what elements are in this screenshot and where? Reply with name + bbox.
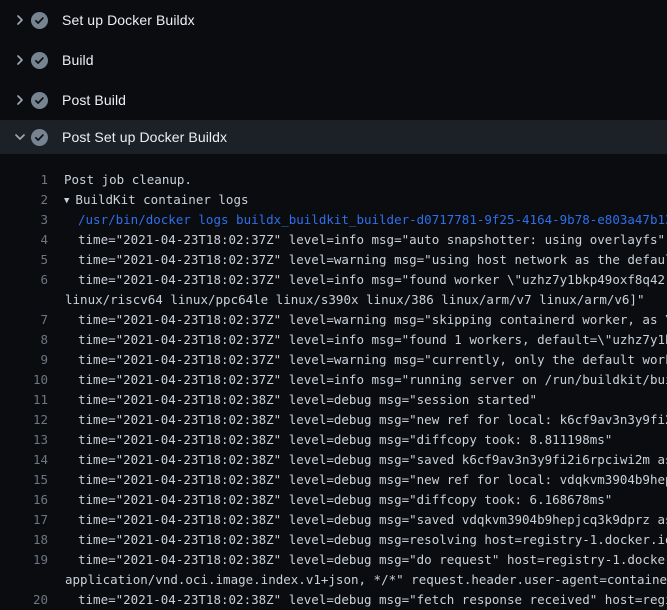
line-number[interactable]: 16 xyxy=(0,490,48,510)
log-text: time="2021-04-23T18:02:37Z" level=warnin… xyxy=(48,250,667,270)
log-line-wrap: application/vnd.oci.image.index.v1+json,… xyxy=(0,570,667,590)
step-label: Post Set up Docker Buildx xyxy=(62,129,227,145)
step-list: Set up Docker Buildx Build Post Build xyxy=(0,0,667,154)
line-number xyxy=(0,290,48,310)
log-text: time="2021-04-23T18:02:37Z" level=info m… xyxy=(48,270,667,290)
line-number[interactable]: 18 xyxy=(0,530,48,550)
line-number[interactable]: 17 xyxy=(0,510,48,530)
line-number[interactable]: 15 xyxy=(0,470,48,490)
step-label: Post Build xyxy=(62,92,126,108)
log-text: Post job cleanup. xyxy=(48,170,192,190)
log-line: 9time="2021-04-23T18:02:37Z" level=warni… xyxy=(0,350,667,370)
line-number[interactable]: 11 xyxy=(0,390,48,410)
line-number[interactable]: 1 xyxy=(0,170,48,190)
line-number xyxy=(0,570,48,590)
log-line: 5time="2021-04-23T18:02:37Z" level=warni… xyxy=(0,250,667,270)
log-line: 20time="2021-04-23T18:02:38Z" level=debu… xyxy=(0,590,667,610)
log-line: 2 ▼ BuildKit container logs xyxy=(0,190,667,210)
log-text: application/vnd.oci.image.index.v1+json,… xyxy=(48,570,667,590)
check-circle-icon xyxy=(31,129,48,146)
log-text: time="2021-04-23T18:02:38Z" level=debug … xyxy=(48,530,667,550)
chevron-right-icon xyxy=(12,92,28,108)
log-line: 15time="2021-04-23T18:02:38Z" level=debu… xyxy=(0,470,667,490)
chevron-right-icon xyxy=(12,52,28,68)
log-text: time="2021-04-23T18:02:38Z" level=debug … xyxy=(48,430,612,450)
step-row-set-up-docker-buildx[interactable]: Set up Docker Buildx xyxy=(0,0,667,40)
step-row-post-set-up-docker-buildx[interactable]: Post Set up Docker Buildx xyxy=(0,120,667,154)
log-line: 3/usr/bin/docker logs buildx_buildkit_bu… xyxy=(0,210,667,230)
group-collapse-triangle-icon[interactable]: ▼ xyxy=(64,191,69,210)
line-number[interactable]: 13 xyxy=(0,430,48,450)
log-text: time="2021-04-23T18:02:38Z" level=debug … xyxy=(48,470,667,490)
log-text: time="2021-04-23T18:02:37Z" level=info m… xyxy=(48,330,667,350)
step-label: Set up Docker Buildx xyxy=(62,12,195,28)
log-line: 1Post job cleanup. xyxy=(0,170,667,190)
log-command-text: /usr/bin/docker logs buildx_buildkit_bui… xyxy=(48,210,667,230)
log-text: time="2021-04-23T18:02:38Z" level=debug … xyxy=(48,410,667,430)
log-line: 7time="2021-04-23T18:02:37Z" level=warni… xyxy=(0,310,667,330)
log-line-wrap: linux/riscv64 linux/ppc64le linux/s390x … xyxy=(0,290,667,310)
log-text: time="2021-04-23T18:02:38Z" level=debug … xyxy=(48,390,537,410)
step-row-post-build[interactable]: Post Build xyxy=(0,80,667,120)
log-line: 16time="2021-04-23T18:02:38Z" level=debu… xyxy=(0,490,667,510)
log-line: 4time="2021-04-23T18:02:37Z" level=info … xyxy=(0,230,667,250)
log-text: time="2021-04-23T18:02:37Z" level=info m… xyxy=(48,370,667,390)
line-number[interactable]: 6 xyxy=(0,270,48,290)
log-text: time="2021-04-23T18:02:38Z" level=debug … xyxy=(48,590,667,610)
log-line: 12time="2021-04-23T18:02:38Z" level=debu… xyxy=(0,410,667,430)
line-number[interactable]: 8 xyxy=(0,330,48,350)
check-circle-icon xyxy=(31,92,48,109)
line-number[interactable]: 12 xyxy=(0,410,48,430)
log-text: time="2021-04-23T18:02:38Z" level=debug … xyxy=(48,510,667,530)
line-number[interactable]: 2 xyxy=(0,190,48,210)
line-number[interactable]: 5 xyxy=(0,250,48,270)
step-row-build[interactable]: Build xyxy=(0,40,667,80)
chevron-down-icon xyxy=(12,129,28,145)
log-line: 13time="2021-04-23T18:02:38Z" level=debu… xyxy=(0,430,667,450)
log-line: 6time="2021-04-23T18:02:37Z" level=info … xyxy=(0,270,667,290)
log-line: 14time="2021-04-23T18:02:38Z" level=debu… xyxy=(0,450,667,470)
log-line: 11time="2021-04-23T18:02:38Z" level=debu… xyxy=(0,390,667,410)
log-text: time="2021-04-23T18:02:38Z" level=debug … xyxy=(48,550,667,570)
line-number[interactable]: 10 xyxy=(0,370,48,390)
log-text: time="2021-04-23T18:02:37Z" level=info m… xyxy=(48,230,665,250)
log-text: time="2021-04-23T18:02:38Z" level=debug … xyxy=(48,450,667,470)
log-line: 10time="2021-04-23T18:02:37Z" level=info… xyxy=(0,370,667,390)
line-number[interactable]: 3 xyxy=(0,210,48,230)
log-group-label[interactable]: ▼ BuildKit container logs xyxy=(48,190,249,210)
actions-log-viewer: Set up Docker Buildx Build Post Build xyxy=(0,0,667,610)
log-text: time="2021-04-23T18:02:37Z" level=warnin… xyxy=(48,310,667,330)
log-line: 18time="2021-04-23T18:02:38Z" level=debu… xyxy=(0,530,667,550)
log-text: time="2021-04-23T18:02:37Z" level=warnin… xyxy=(48,350,667,370)
chevron-right-icon xyxy=(12,12,28,28)
line-number[interactable]: 7 xyxy=(0,310,48,330)
log-text: time="2021-04-23T18:02:38Z" level=debug … xyxy=(48,490,612,510)
line-number[interactable]: 9 xyxy=(0,350,48,370)
group-label-text: BuildKit container logs xyxy=(75,192,248,207)
line-number[interactable]: 20 xyxy=(0,590,48,610)
check-circle-icon xyxy=(31,52,48,69)
log-text: linux/riscv64 linux/ppc64le linux/s390x … xyxy=(48,290,644,310)
log-area: 1Post job cleanup.2 ▼ BuildKit container l… xyxy=(0,154,667,610)
line-number[interactable]: 14 xyxy=(0,450,48,470)
step-label: Build xyxy=(62,52,94,68)
check-circle-icon xyxy=(31,12,48,29)
line-number[interactable]: 19 xyxy=(0,550,48,570)
log-line: 8time="2021-04-23T18:02:37Z" level=info … xyxy=(0,330,667,350)
log-line: 17time="2021-04-23T18:02:38Z" level=debu… xyxy=(0,510,667,530)
line-number[interactable]: 4 xyxy=(0,230,48,250)
log-line: 19time="2021-04-23T18:02:38Z" level=debu… xyxy=(0,550,667,570)
